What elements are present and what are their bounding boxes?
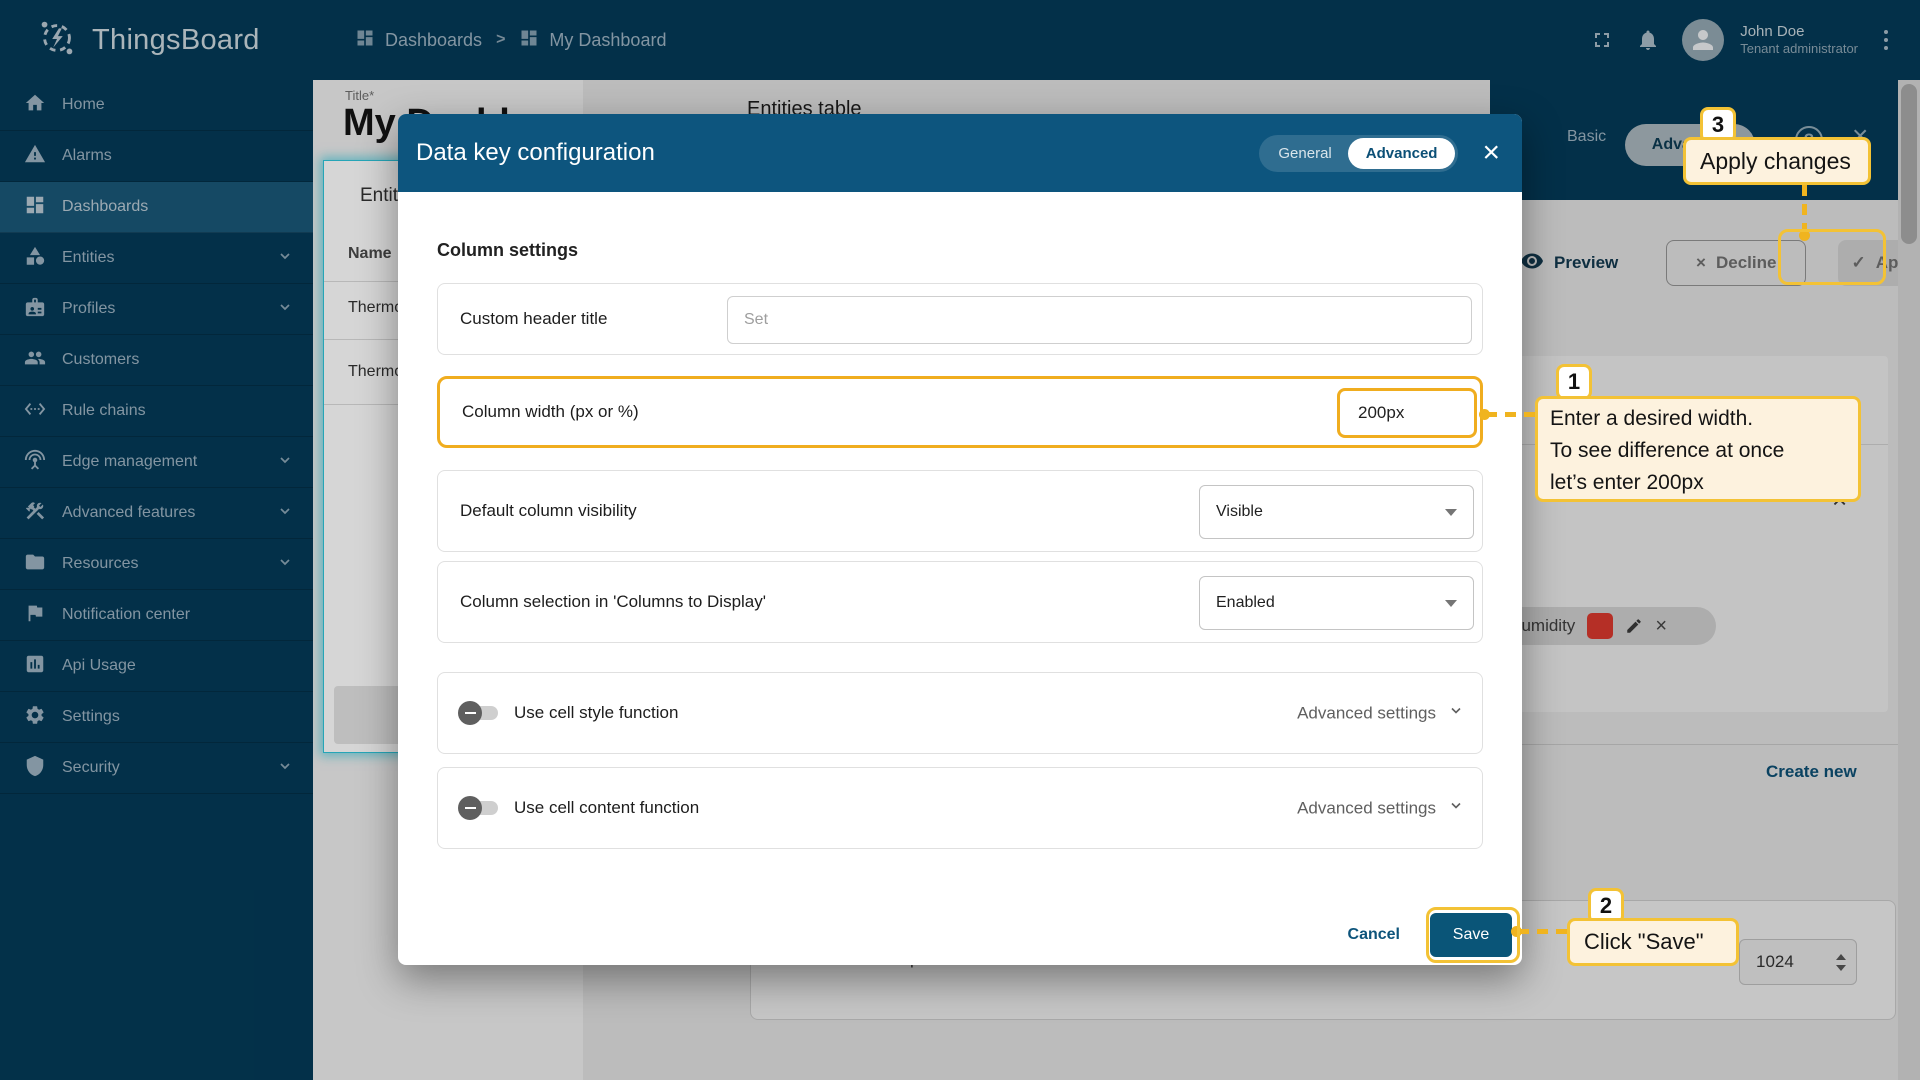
column-settings-heading: Column settings xyxy=(437,240,579,260)
step-1-connector xyxy=(1486,412,1536,417)
visibility-select[interactable]: Visible xyxy=(1199,485,1474,539)
step-1-callout: Enter a desired width. To see difference… xyxy=(1535,396,1861,502)
step-2-callout: Click "Save" xyxy=(1567,918,1739,966)
tab-advanced[interactable]: Advanced xyxy=(1347,137,1456,169)
column-selection-value: Enabled xyxy=(1216,594,1275,611)
column-width-input[interactable] xyxy=(1337,388,1477,438)
step-3-callout: Apply changes xyxy=(1683,137,1871,185)
column-selection-label: Column selection in 'Columns to Display' xyxy=(460,592,767,611)
column-selection-select[interactable]: Enabled xyxy=(1199,576,1474,630)
dropdown-arrow-icon xyxy=(1445,508,1457,516)
custom-header-title-input[interactable] xyxy=(727,296,1472,344)
step-1-connector-dot xyxy=(1479,409,1490,420)
default-column-visibility-row: Default column visibility Visible xyxy=(437,470,1483,552)
data-key-configuration-dialog: Data key configuration General Advanced … xyxy=(398,114,1522,965)
custom-header-title-label: Custom header title xyxy=(460,309,608,328)
chevron-down-icon xyxy=(1448,703,1464,724)
cancel-button[interactable]: Cancel xyxy=(1348,926,1400,944)
tab-general[interactable]: General xyxy=(1262,138,1347,169)
column-width-label: Column width (px or %) xyxy=(462,402,639,421)
custom-header-title-row: Custom header title xyxy=(437,283,1483,355)
cell-content-advanced-settings[interactable]: Advanced settings xyxy=(1297,798,1464,819)
cell-style-advanced-settings[interactable]: Advanced settings xyxy=(1297,703,1464,724)
dialog-header: Data key configuration General Advanced … xyxy=(398,114,1522,192)
apply-button-highlight xyxy=(1778,229,1886,285)
save-button-highlight xyxy=(1426,907,1520,963)
column-selection-row: Column selection in 'Columns to Display'… xyxy=(437,561,1483,643)
cell-content-toggle[interactable] xyxy=(458,796,500,820)
cell-content-function-row: Use cell content function Advanced setti… xyxy=(437,767,1483,849)
step-3-connector xyxy=(1802,185,1807,233)
cell-style-label: Use cell style function xyxy=(514,703,679,722)
column-width-row-highlighted: Column width (px or %) xyxy=(437,376,1483,448)
close-dialog-icon[interactable]: × xyxy=(1482,138,1500,168)
chevron-down-icon xyxy=(1448,798,1464,819)
general-advanced-toggle: General Advanced xyxy=(1259,134,1459,172)
dropdown-arrow-icon xyxy=(1445,599,1457,607)
cell-content-label: Use cell content function xyxy=(514,798,700,817)
cell-style-toggle[interactable] xyxy=(458,701,500,725)
step-2-connector xyxy=(1518,929,1568,934)
step-1-badge: 1 xyxy=(1556,364,1592,400)
visibility-label: Default column visibility xyxy=(460,501,637,520)
dialog-title: Data key configuration xyxy=(416,139,655,166)
cell-style-function-row: Use cell style function Advanced setting… xyxy=(437,672,1483,754)
visibility-value: Visible xyxy=(1216,503,1263,520)
